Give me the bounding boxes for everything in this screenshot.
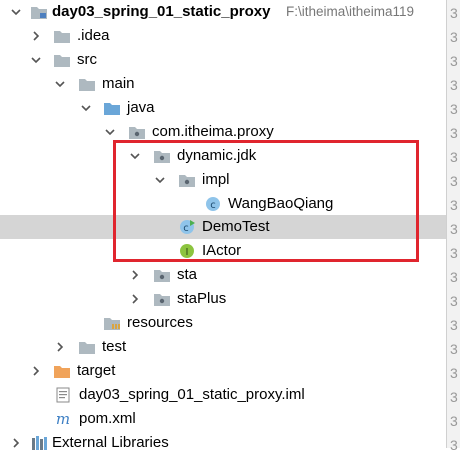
line-number-digit: 3	[450, 101, 458, 117]
chevron-down-icon[interactable]	[129, 150, 141, 162]
folder-label: External Libraries	[52, 434, 169, 451]
class-label: DemoTest	[202, 218, 270, 235]
line-number-digit: 3	[450, 5, 458, 21]
package-icon	[178, 172, 196, 188]
tree-row-java[interactable]: java	[0, 96, 446, 120]
line-number-digit: 3	[450, 173, 458, 189]
chevron-down-icon[interactable]	[104, 126, 116, 138]
tree-row-main[interactable]: main	[0, 72, 446, 96]
editor-line-gutter: 3 3 3 3 3 3 3 3 3 3 3 3 3 3 3 3 3 3 3	[446, 0, 460, 453]
class-icon: c	[204, 196, 222, 212]
chevron-right-icon[interactable]	[54, 341, 66, 353]
line-number-digit: 3	[450, 77, 458, 93]
line-number-digit: 3	[450, 437, 458, 453]
line-number-digit: 3	[450, 293, 458, 309]
folder-label: src	[77, 51, 97, 68]
line-number-digit: 3	[450, 413, 458, 429]
svg-text:c: c	[183, 223, 189, 234]
chevron-down-icon[interactable]	[10, 6, 22, 18]
folder-icon	[53, 28, 71, 44]
package-label: staPlus	[177, 290, 227, 307]
folder-label: test	[102, 338, 127, 355]
file-label: day03_spring_01_static_proxy.iml	[79, 386, 305, 403]
resources-folder-icon	[103, 315, 121, 331]
folder-label: .idea	[77, 27, 110, 44]
line-number-digit: 3	[450, 269, 458, 285]
folder-icon	[53, 52, 71, 68]
maven-icon: m	[54, 411, 72, 427]
module-folder-icon	[30, 4, 48, 20]
line-number-digit: 3	[450, 221, 458, 237]
chevron-right-icon[interactable]	[30, 30, 42, 42]
interface-icon: I	[178, 243, 196, 259]
tree-row-dynamic-jdk[interactable]: dynamic.jdk	[0, 144, 446, 168]
interface-label: IActor	[202, 242, 242, 259]
chevron-down-icon[interactable]	[154, 174, 166, 186]
line-number-digit: 3	[450, 341, 458, 357]
tree-row-resources[interactable]: resources	[0, 311, 446, 335]
tree-row-project[interactable]: day03_spring_01_static_proxy F:\itheima\…	[0, 0, 446, 24]
folder-label: java	[127, 99, 155, 116]
class-label: WangBaoQiang	[228, 195, 334, 212]
tree-row-wangbaoqiang[interactable]: c WangBaoQiang	[0, 192, 446, 216]
package-icon	[153, 267, 171, 283]
tree-row-target[interactable]: target	[0, 359, 446, 383]
line-number-digit: 3	[450, 317, 458, 333]
tree-row-iml[interactable]: day03_spring_01_static_proxy.iml	[0, 383, 446, 407]
tree-row-external-libraries[interactable]: External Libraries	[0, 431, 446, 455]
package-icon	[153, 291, 171, 307]
libraries-icon	[30, 435, 48, 451]
svg-text:I: I	[186, 247, 189, 258]
iml-file-icon	[54, 387, 72, 403]
chevron-down-icon[interactable]	[54, 78, 66, 90]
tree-row-sta[interactable]: sta	[0, 263, 446, 287]
folder-label: main	[102, 75, 135, 92]
tree-row-src[interactable]: src	[0, 48, 446, 72]
chevron-down-icon[interactable]	[80, 102, 92, 114]
package-label: sta	[177, 266, 198, 283]
line-number-digit: 3	[450, 197, 458, 213]
line-number-digit: 3	[450, 29, 458, 45]
tree-row-staplus[interactable]: staPlus	[0, 287, 446, 311]
line-number-digit: 3	[450, 125, 458, 141]
runnable-class-icon: c	[178, 219, 196, 235]
line-number-digit: 3	[450, 149, 458, 165]
tree-row-test[interactable]: test	[0, 335, 446, 359]
chevron-right-icon[interactable]	[129, 269, 141, 281]
line-number-digit: 3	[450, 365, 458, 381]
project-path: F:\itheima\itheima119	[286, 4, 415, 19]
tree-row-idea[interactable]: .idea	[0, 24, 446, 48]
file-label: pom.xml	[79, 410, 136, 427]
folder-label: resources	[127, 314, 193, 331]
package-icon	[153, 148, 171, 164]
project-tree: day03_spring_01_static_proxy F:\itheima\…	[0, 0, 446, 451]
tree-row-package[interactable]: com.itheima.proxy	[0, 120, 446, 144]
tree-row-iactor[interactable]: I IActor	[0, 239, 446, 263]
chevron-right-icon[interactable]	[129, 293, 141, 305]
chevron-down-icon[interactable]	[30, 54, 42, 66]
svg-text:c: c	[210, 200, 216, 211]
line-number-digit: 3	[450, 53, 458, 69]
chevron-right-icon[interactable]	[10, 437, 22, 449]
tree-row-pom[interactable]: m pom.xml	[0, 407, 446, 431]
line-number-digit: 3	[450, 245, 458, 261]
folder-icon	[78, 76, 96, 92]
package-label: impl	[202, 171, 230, 188]
package-label: com.itheima.proxy	[152, 123, 274, 140]
project-name: day03_spring_01_static_proxy	[52, 3, 271, 20]
line-number-digit: 3	[450, 389, 458, 405]
folder-icon	[78, 339, 96, 355]
tree-row-impl[interactable]: impl	[0, 168, 446, 192]
folder-label: target	[77, 362, 116, 379]
chevron-right-icon[interactable]	[30, 365, 42, 377]
source-folder-icon	[103, 100, 121, 116]
package-label: dynamic.jdk	[177, 147, 257, 164]
tree-row-demotest[interactable]: c DemoTest	[0, 215, 446, 239]
svg-text:m: m	[56, 411, 70, 427]
excluded-folder-icon	[53, 363, 71, 379]
package-icon	[128, 124, 146, 140]
